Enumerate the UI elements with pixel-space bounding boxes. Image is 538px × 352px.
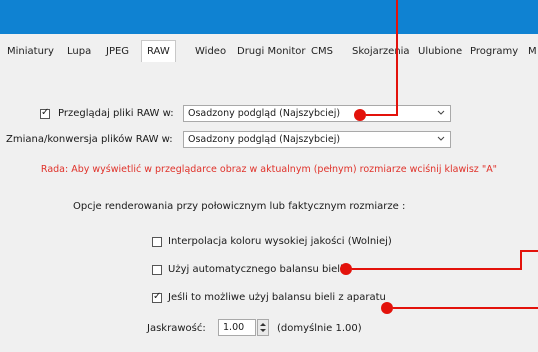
- brightness-default-note: (domyślnie 1.00): [277, 323, 362, 334]
- raw-convert-select[interactable]: Osadzony podgląd (Najszybciej): [183, 131, 451, 148]
- auto-white-balance-label: Użyj automatycznego balansu bieli: [168, 264, 343, 275]
- tab-jpeg[interactable]: JPEG: [106, 46, 129, 57]
- tab-ulubione[interactable]: Ulubione: [418, 46, 462, 57]
- tab-programy[interactable]: Programy: [470, 46, 518, 57]
- brightness-spinner[interactable]: [257, 319, 269, 336]
- annotation-line: [366, 114, 398, 116]
- hq-interpolation-checkbox[interactable]: [152, 237, 162, 247]
- auto-white-balance-checkbox[interactable]: [152, 265, 162, 275]
- tab-skojarzenia[interactable]: Skojarzenia: [352, 46, 410, 57]
- annotation-line: [393, 307, 538, 309]
- tab-drugi-monitor[interactable]: Drugi Monitor: [237, 46, 305, 57]
- annotation-line: [396, 0, 398, 116]
- hq-interpolation-label: Interpolacja koloru wysokiej jakości (Wo…: [168, 236, 392, 247]
- raw-view-checkbox[interactable]: ✓: [40, 107, 50, 119]
- spinner-arrows-icon: [260, 323, 266, 332]
- window-title-bar: [0, 0, 538, 34]
- brightness-label: Jaskrawość:: [147, 323, 206, 334]
- annotation-line: [352, 268, 522, 270]
- chevron-down-icon: [437, 136, 445, 141]
- brightness-input[interactable]: 1.00: [218, 319, 256, 336]
- annotation-line: [520, 250, 522, 270]
- camera-white-balance-checkbox[interactable]: ✓: [152, 291, 162, 303]
- raw-convert-select-value: Osadzony podgląd (Najszybciej): [188, 134, 341, 145]
- raw-settings-panel: ✓ Przeglądaj pliki RAW w: Osadzony podgl…: [0, 0, 538, 352]
- tab-raw[interactable]: RAW: [141, 40, 176, 62]
- raw-convert-label: Zmiana/konwersja plików RAW w:: [6, 134, 173, 145]
- brightness-value: 1.00: [223, 322, 245, 333]
- tab-more[interactable]: M: [528, 46, 537, 57]
- chevron-down-icon: [437, 110, 445, 115]
- tab-wideo[interactable]: Wideo: [195, 46, 226, 57]
- annotation-marker: [354, 109, 366, 121]
- annotation-marker: [340, 263, 352, 275]
- raw-view-select[interactable]: Osadzony podgląd (Najszybciej): [183, 105, 451, 122]
- raw-view-label: Przeglądaj pliki RAW w:: [58, 108, 174, 119]
- camera-white-balance-label: Jeśli to możliwe użyj balansu bieli z ap…: [168, 292, 386, 303]
- tab-strip: Miniatury Lupa JPEG RAW Wideo Drugi Moni…: [0, 34, 538, 65]
- raw-view-select-value: Osadzony podgląd (Najszybciej): [188, 108, 341, 119]
- check-mark-icon: ✓: [41, 107, 50, 118]
- annotation-marker: [381, 302, 393, 314]
- tab-cms[interactable]: CMS: [311, 46, 333, 57]
- tab-miniatury[interactable]: Miniatury: [7, 46, 54, 57]
- render-options-heading: Opcje renderowania przy połowicznym lub …: [73, 201, 406, 212]
- tip-text: Rada: Aby wyświetlić w przeglądarce obra…: [40, 164, 498, 175]
- tab-lupa[interactable]: Lupa: [67, 46, 91, 57]
- check-mark-icon: ✓: [153, 291, 162, 302]
- annotation-line: [520, 250, 538, 252]
